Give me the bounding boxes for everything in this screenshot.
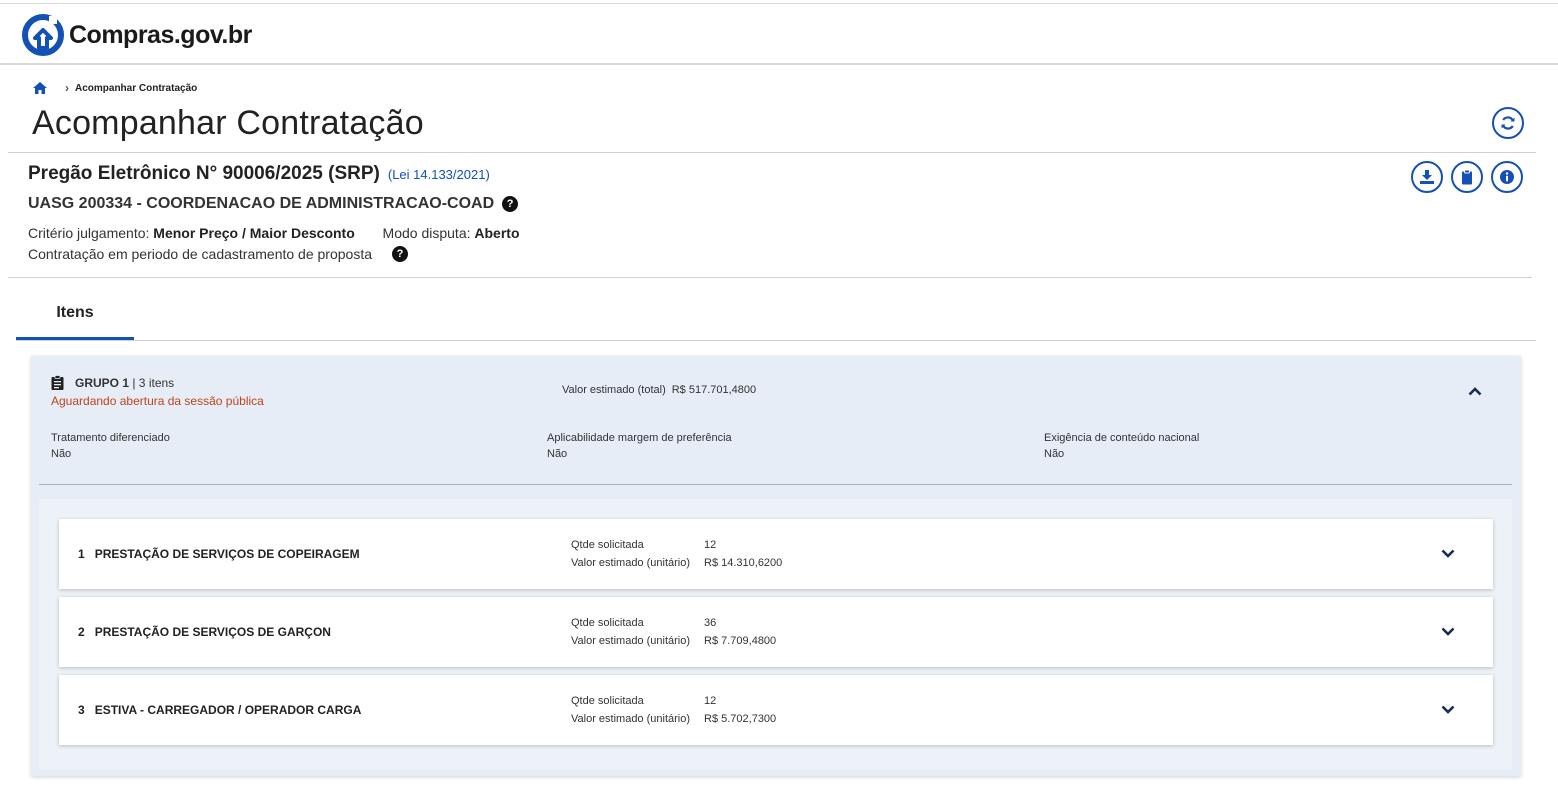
- pregao-number: Pregão Eletrônico N° 90006/2025 (SRP): [28, 163, 380, 184]
- valor-label: Valor estimado (unitário): [571, 635, 691, 647]
- item-name: 1 PRESTAÇÃO DE SERVIÇOS DE COPEIRAGEM: [78, 547, 360, 561]
- qtde-label: Qtde solicitada: [571, 695, 644, 707]
- group-valor-value: R$ 517.701,4800: [671, 384, 757, 396]
- logo-text: Compras.gov.br: [69, 20, 252, 49]
- valor-value: R$ 14.310,6200: [704, 557, 783, 569]
- info-button[interactable]: [1491, 161, 1523, 193]
- home-icon[interactable]: [33, 82, 47, 94]
- download-button[interactable]: [1411, 161, 1443, 193]
- compras-logo[interactable]: Compras.gov.br: [21, 12, 252, 58]
- item-name: 3 ESTIVA - CARREGADOR / OPERADOR CARGA: [78, 703, 361, 717]
- attr-conteudo: Exigência de conteúdo nacional Não: [1044, 432, 1199, 460]
- uasg-line: UASG 200334 - COORDENACAO DE ADMINISTRAC…: [28, 195, 519, 213]
- list-item[interactable]: 3 ESTIVA - CARREGADOR / OPERADOR CARGA Qt…: [59, 675, 1493, 745]
- attr-label: Exigência de conteúdo nacional: [1044, 432, 1200, 444]
- chevron-right-icon: ›: [65, 81, 69, 95]
- tab-underline: [16, 340, 1536, 341]
- valor-label: Valor estimado (unitário): [571, 713, 691, 725]
- clipboard-list-icon: [51, 375, 64, 390]
- uasg-text: UASG 200334 - COORDENACAO DE ADMINISTRAC…: [28, 195, 495, 212]
- list-item[interactable]: 1 PRESTAÇÃO DE SERVIÇOS DE COPEIRAGEM Qtd…: [59, 519, 1493, 589]
- clipboard-button[interactable]: [1451, 161, 1483, 193]
- valor-value: R$ 7.709,4800: [704, 635, 777, 647]
- modo-label: Modo disputa:: [382, 225, 471, 241]
- item-number: 3: [78, 703, 85, 717]
- qtde-value: 12: [704, 539, 717, 551]
- chevron-down-icon[interactable]: [1441, 705, 1455, 715]
- periodo-text: Contratação em periodo de cadastramento …: [28, 246, 372, 262]
- chevron-down-icon[interactable]: [1441, 549, 1455, 559]
- attr-label: Aplicabilidade margem de preferência: [547, 432, 732, 444]
- pregao-title: Pregão Eletrônico N° 90006/2025 (SRP) (Le…: [28, 163, 490, 185]
- attr-label: Tratamento diferenciado: [51, 432, 170, 444]
- qtde-label: Qtde solicitada: [571, 617, 644, 629]
- lei-link[interactable]: (Lei 14.133/2021): [388, 167, 490, 182]
- info-icon: [1500, 170, 1514, 184]
- tab-itens[interactable]: Itens: [16, 297, 134, 341]
- attr-tratamento: Tratamento diferenciado Não: [51, 432, 170, 460]
- item-title: PRESTAÇÃO DE SERVIÇOS DE COPEIRAGEM: [94, 547, 360, 561]
- item-number: 1: [78, 547, 85, 561]
- item-title: PRESTAÇÃO DE SERVIÇOS DE GARÇON: [94, 625, 331, 639]
- divider: [8, 277, 1532, 278]
- help-icon[interactable]: ?: [502, 196, 519, 212]
- refresh-button[interactable]: [1492, 107, 1524, 139]
- criterio-line: Critério julgamento: Menor Preço / Maior…: [28, 225, 520, 241]
- help-icon[interactable]: ?: [392, 246, 408, 262]
- chevron-down-icon[interactable]: [1441, 627, 1455, 637]
- top-border: [0, 0, 1558, 4]
- group-count: | 3 itens: [132, 376, 175, 390]
- group-name: GRUPO 1: [75, 376, 130, 390]
- breadcrumb-current: Acompanhar Contratação: [75, 82, 198, 94]
- items-list: 1 PRESTAÇÃO DE SERVIÇOS DE COPEIRAGEM Qtd…: [39, 499, 1512, 770]
- periodo-line: Contratação em periodo de cadastramento …: [28, 246, 408, 262]
- chevron-up-icon[interactable]: [1468, 386, 1482, 396]
- criterio-label: Critério julgamento:: [28, 225, 150, 241]
- group-valor-label: Valor estimado (total): [562, 384, 666, 396]
- item-number: 2: [78, 625, 85, 639]
- site-header: Compras.gov.br: [0, 5, 1558, 65]
- group-status: Aguardando abertura da sessão pública: [51, 394, 264, 408]
- compras-logo-icon: [22, 14, 64, 56]
- download-icon: [1420, 170, 1434, 184]
- criterio-value: Menor Preço / Maior Desconto: [153, 225, 355, 241]
- valor-label: Valor estimado (unitário): [571, 557, 691, 569]
- attr-value: Não: [1044, 448, 1065, 460]
- item-title: ESTIVA - CARREGADOR / OPERADOR CARGA: [94, 703, 362, 717]
- group-valor: Valor estimado (total) R$ 517.701,4800: [562, 384, 756, 396]
- group-divider: [39, 484, 1512, 485]
- modo-value: Aberto: [474, 225, 520, 241]
- divider: [8, 152, 1536, 153]
- refresh-icon: [1501, 116, 1515, 130]
- page-title: Acompanhar Contratação: [32, 104, 424, 142]
- group-panel: GRUPO 1 | 3 itens Aguardando abertura da…: [31, 356, 1521, 776]
- list-item[interactable]: 2 PRESTAÇÃO DE SERVIÇOS DE GARÇON Qtde so…: [59, 597, 1493, 667]
- group-title: GRUPO 1 | 3 itens: [75, 376, 174, 390]
- qtde-label: Qtde solicitada: [571, 539, 644, 551]
- item-name: 2 PRESTAÇÃO DE SERVIÇOS DE GARÇON: [78, 625, 331, 639]
- valor-value: R$ 5.702,7300: [704, 713, 777, 725]
- breadcrumb: › Acompanhar Contratação: [33, 81, 197, 95]
- tab-itens-label: Itens: [56, 304, 94, 321]
- attr-margem: Aplicabilidade margem de preferência Não: [547, 432, 732, 460]
- clipboard-icon: [1462, 169, 1472, 185]
- attr-value: Não: [547, 448, 568, 460]
- attr-value: Não: [51, 448, 72, 460]
- qtde-value: 36: [704, 617, 717, 629]
- qtde-value: 12: [704, 695, 717, 707]
